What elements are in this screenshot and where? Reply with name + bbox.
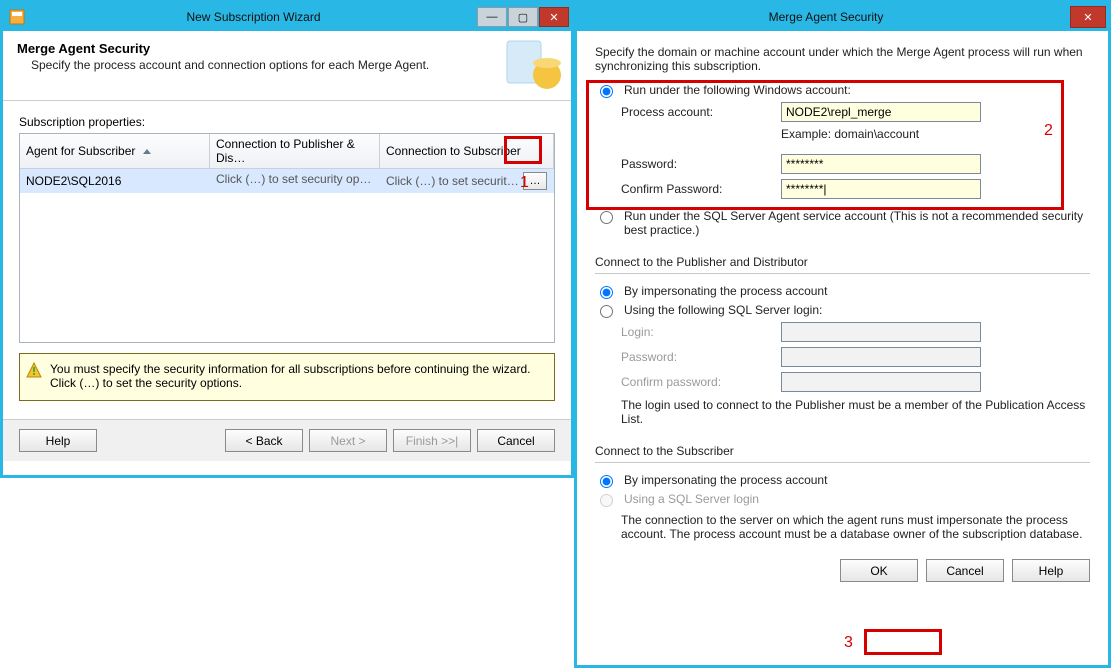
radio-sub-sqllogin — [600, 494, 613, 507]
sort-asc-icon — [143, 149, 151, 154]
cell-conn-pub: Click (…) to set security opti… — [210, 169, 380, 193]
warning-text: You must specify the security informatio… — [50, 362, 530, 390]
process-account-example: Example: domain\account — [781, 127, 919, 141]
dialog-title: Merge Agent Security — [583, 10, 1069, 24]
app-icon — [9, 9, 25, 25]
dialog-cancel-button[interactable]: Cancel — [926, 559, 1004, 582]
cell-agent: NODE2\SQL2016 — [20, 169, 210, 193]
radio-run-windows-label: Run under the following Windows account: — [624, 83, 851, 97]
radio-sub-impersonate-label: By impersonating the process account — [624, 473, 827, 487]
dialog-close-button[interactable]: ✕ — [1070, 6, 1106, 28]
radio-sub-sqllogin-label: Using a SQL Server login — [624, 492, 759, 506]
pd-note: The login used to connect to the Publish… — [621, 398, 1090, 426]
next-button[interactable]: Next > — [309, 429, 387, 452]
back-button[interactable]: < Back — [225, 429, 303, 452]
pd-login-label: Login: — [621, 325, 781, 339]
subscription-properties-grid[interactable]: Agent for Subscriber Connection to Publi… — [19, 133, 555, 343]
radio-pd-impersonate-label: By impersonating the process account — [624, 284, 827, 298]
password-input[interactable] — [781, 154, 981, 174]
warning-panel: You must specify the security informatio… — [19, 353, 555, 401]
close-button[interactable]: ✕ — [539, 7, 569, 27]
group-subscriber: Connect to the Subscriber — [595, 444, 1090, 458]
callout-num-1: 1 — [520, 174, 529, 192]
callout-num-2: 2 — [1044, 122, 1053, 140]
warning-icon — [26, 362, 42, 378]
radio-run-sqlagent-label: Run under the SQL Server Agent service a… — [624, 209, 1090, 237]
grid-label: Subscription properties: — [19, 115, 555, 129]
dialog-help-button[interactable]: Help — [1012, 559, 1090, 582]
finish-button[interactable]: Finish >>| — [393, 429, 471, 452]
page-subheading: Specify the process account and connecti… — [31, 58, 557, 72]
radio-run-sqlagent[interactable] — [600, 211, 613, 224]
page-heading: Merge Agent Security — [17, 41, 557, 56]
pd-confirm-input — [781, 372, 981, 392]
ok-button[interactable]: OK — [840, 559, 918, 582]
radio-pd-sqllogin[interactable] — [600, 305, 613, 318]
help-button[interactable]: Help — [19, 429, 97, 452]
pd-password-input — [781, 347, 981, 367]
table-row[interactable]: NODE2\SQL2016 Click (…) to set security … — [20, 169, 554, 193]
radio-run-windows-account[interactable] — [600, 85, 613, 98]
minimize-button[interactable]: — — [477, 7, 507, 27]
column-connection-publisher[interactable]: Connection to Publisher & Dis… — [210, 134, 380, 168]
pd-login-input — [781, 322, 981, 342]
wizard-decoration-icon — [505, 37, 565, 93]
pd-confirm-label: Confirm password: — [621, 375, 781, 389]
cancel-button[interactable]: Cancel — [477, 429, 555, 452]
confirm-password-input[interactable] — [781, 179, 981, 199]
callout-num-3: 3 — [844, 634, 853, 652]
group-publisher-distributor: Connect to the Publisher and Distributor — [595, 255, 1090, 269]
column-connection-subscriber[interactable]: Connection to Subscriber — [380, 134, 554, 168]
sub-note: The connection to the server on which th… — [621, 513, 1090, 541]
process-account-input[interactable] — [781, 102, 981, 122]
radio-sub-impersonate[interactable] — [600, 475, 613, 488]
radio-pd-sqllogin-label: Using the following SQL Server login: — [624, 303, 822, 317]
confirm-password-label: Confirm Password: — [621, 182, 781, 196]
dialog-intro: Specify the domain or machine account un… — [595, 45, 1090, 73]
process-account-label: Process account: — [621, 105, 781, 119]
maximize-button[interactable]: ▢ — [508, 7, 538, 27]
password-label: Password: — [621, 157, 781, 171]
radio-pd-impersonate[interactable] — [600, 286, 613, 299]
column-agent-for-subscriber[interactable]: Agent for Subscriber — [20, 134, 210, 168]
window-title: New Subscription Wizard — [31, 10, 476, 24]
pd-password-label: Password: — [621, 350, 781, 364]
